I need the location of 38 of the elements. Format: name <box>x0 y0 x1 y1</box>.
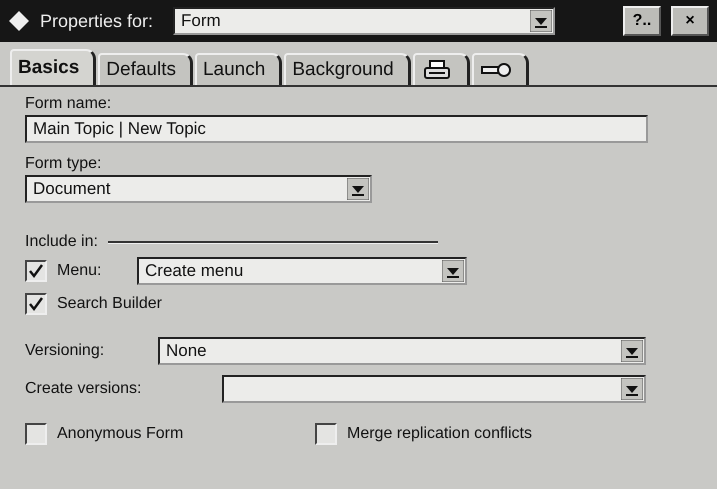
checkbox-label: Menu: <box>57 262 102 280</box>
window-title: Properties for: <box>40 10 154 32</box>
help-button[interactable]: ?.. <box>623 6 661 36</box>
dropdown-arrow-icon[interactable] <box>442 260 464 282</box>
dropdown-arrow-icon[interactable] <box>621 378 643 400</box>
field-label: Form name: <box>25 95 112 113</box>
dropdown-field[interactable]: None <box>158 337 646 365</box>
dropdown-value: Document <box>33 179 112 199</box>
diamond-icon <box>8 10 30 32</box>
dropdown-field[interactable]: Document <box>25 175 372 203</box>
close-button[interactable]: × <box>671 6 709 36</box>
checkbox[interactable] <box>25 423 47 445</box>
checkbox-label: Merge replication conflicts <box>347 425 532 443</box>
tab[interactable]: Basics <box>10 49 96 85</box>
dropdown-value: None <box>166 341 208 361</box>
field-label: Create versions: <box>25 380 142 398</box>
dropdown-field[interactable] <box>222 375 646 403</box>
dropdown-arrow-icon[interactable] <box>530 10 552 32</box>
dropdown-value: Form <box>181 11 222 31</box>
field-label: Form type: <box>25 155 102 173</box>
dropdown-arrow-icon[interactable] <box>621 340 643 362</box>
tab[interactable] <box>472 53 529 85</box>
input-field[interactable]: Main Topic | New Topic <box>25 115 648 143</box>
tab[interactable] <box>412 53 470 85</box>
checkbox[interactable] <box>25 260 47 282</box>
checkbox-label: Anonymous Form <box>57 425 184 443</box>
tab[interactable]: Background <box>284 53 411 85</box>
checkbox[interactable] <box>25 293 47 315</box>
checkbox-label: Search Builder <box>57 295 162 313</box>
dropdown-value: Create menu <box>145 261 244 281</box>
tab[interactable]: Defaults <box>98 53 193 85</box>
field-label: Versioning: <box>25 342 106 360</box>
tab[interactable]: Launch <box>194 53 282 85</box>
dropdown-field[interactable]: Form <box>173 7 556 35</box>
dropdown-field[interactable]: Create menu <box>137 257 467 285</box>
dropdown-arrow-icon[interactable] <box>347 178 369 200</box>
checkbox[interactable] <box>315 423 337 445</box>
section-label: Include in: <box>25 233 98 251</box>
